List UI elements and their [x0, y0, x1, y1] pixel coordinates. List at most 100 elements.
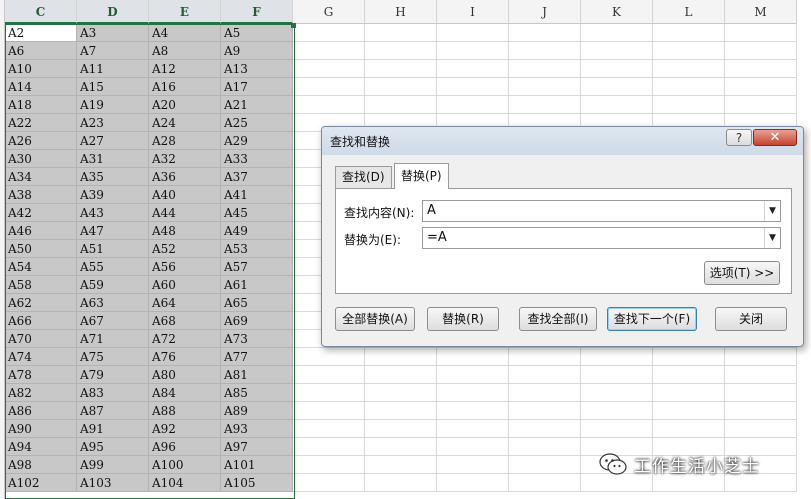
cell[interactable]: A32 [149, 150, 221, 168]
cell[interactable]: A5 [221, 24, 293, 42]
cell[interactable] [293, 456, 365, 474]
cell[interactable]: A53 [221, 240, 293, 258]
cell[interactable]: A87 [77, 402, 149, 420]
column-header-k[interactable]: K [581, 0, 653, 24]
cell[interactable]: A36 [149, 168, 221, 186]
cell[interactable] [437, 96, 509, 114]
cell[interactable] [653, 96, 725, 114]
cell[interactable]: A37 [221, 168, 293, 186]
cell[interactable]: A73 [221, 330, 293, 348]
cell[interactable]: A63 [77, 294, 149, 312]
cell[interactable]: A83 [77, 384, 149, 402]
cell[interactable]: A64 [149, 294, 221, 312]
column-header-f[interactable]: F [221, 0, 293, 24]
cell[interactable]: A105 [221, 474, 293, 492]
cell[interactable]: A24 [149, 114, 221, 132]
cell[interactable]: A95 [77, 438, 149, 456]
column-header-l[interactable]: L [653, 0, 725, 24]
cell[interactable] [365, 348, 437, 366]
cell[interactable] [437, 474, 509, 492]
cell[interactable]: A67 [77, 312, 149, 330]
find-next-button[interactable]: 查找下一个(F) [607, 307, 697, 331]
cell[interactable]: A12 [149, 60, 221, 78]
cell[interactable]: A93 [221, 420, 293, 438]
cell[interactable] [509, 384, 581, 402]
cell[interactable]: A89 [221, 402, 293, 420]
replace-with-input[interactable]: =A ▼ [422, 227, 781, 249]
cell[interactable] [725, 402, 797, 420]
cell[interactable]: A60 [149, 276, 221, 294]
cell[interactable] [653, 384, 725, 402]
cell[interactable] [509, 438, 581, 456]
cell[interactable] [509, 96, 581, 114]
cell[interactable] [293, 348, 365, 366]
cell[interactable]: A70 [5, 330, 77, 348]
cell[interactable]: A99 [77, 456, 149, 474]
cell[interactable]: A38 [5, 186, 77, 204]
tab-replace[interactable]: 替换(P) [394, 163, 449, 189]
cell[interactable]: A76 [149, 348, 221, 366]
cell[interactable]: A97 [221, 438, 293, 456]
cell[interactable]: A29 [221, 132, 293, 150]
cell[interactable]: A88 [149, 402, 221, 420]
cell[interactable]: A79 [77, 366, 149, 384]
cell[interactable] [725, 42, 797, 60]
help-button[interactable]: ? [726, 129, 752, 146]
cell[interactable]: A102 [5, 474, 77, 492]
cell[interactable]: A52 [149, 240, 221, 258]
cell[interactable] [365, 420, 437, 438]
cell[interactable]: A98 [5, 456, 77, 474]
close-button[interactable]: 关闭 [715, 307, 787, 331]
cell[interactable] [653, 60, 725, 78]
cell[interactable] [581, 402, 653, 420]
cell[interactable] [653, 366, 725, 384]
cell[interactable] [509, 456, 581, 474]
cell[interactable]: A30 [5, 150, 77, 168]
column-header-g[interactable]: G [293, 0, 365, 24]
cell[interactable]: A15 [77, 78, 149, 96]
cell[interactable]: A84 [149, 384, 221, 402]
cell[interactable]: A35 [77, 168, 149, 186]
cell[interactable]: A21 [221, 96, 293, 114]
cell[interactable] [365, 42, 437, 60]
cell[interactable] [365, 78, 437, 96]
cell[interactable]: A44 [149, 204, 221, 222]
cell[interactable] [581, 366, 653, 384]
cell[interactable]: A51 [77, 240, 149, 258]
cell[interactable] [293, 42, 365, 60]
cell[interactable]: A49 [221, 222, 293, 240]
replace-all-button[interactable]: 全部替换(A) [335, 307, 415, 331]
cell[interactable]: A4 [149, 24, 221, 42]
cell[interactable] [365, 24, 437, 42]
cell[interactable]: A13 [221, 60, 293, 78]
cell[interactable] [725, 384, 797, 402]
cell[interactable]: A6 [5, 42, 77, 60]
cell[interactable]: A91 [77, 420, 149, 438]
cell[interactable]: A101 [221, 456, 293, 474]
cell[interactable]: A92 [149, 420, 221, 438]
cell[interactable] [293, 384, 365, 402]
replace-button[interactable]: 替换(R) [427, 307, 499, 331]
cell[interactable] [293, 96, 365, 114]
cell[interactable]: A47 [77, 222, 149, 240]
cell[interactable] [365, 438, 437, 456]
cell[interactable] [725, 24, 797, 42]
cell[interactable] [725, 96, 797, 114]
cell[interactable] [437, 42, 509, 60]
cell[interactable]: A104 [149, 474, 221, 492]
cell[interactable]: A23 [77, 114, 149, 132]
cell[interactable] [509, 402, 581, 420]
column-header-e[interactable]: E [149, 0, 221, 24]
cell[interactable]: A40 [149, 186, 221, 204]
options-button[interactable]: 选项(T) >> [704, 261, 780, 285]
cell[interactable] [725, 60, 797, 78]
cell[interactable]: A26 [5, 132, 77, 150]
cell[interactable]: A58 [5, 276, 77, 294]
find-what-input[interactable]: A ▼ [422, 200, 781, 222]
cell[interactable]: A103 [77, 474, 149, 492]
cell[interactable] [365, 60, 437, 78]
cell[interactable]: A71 [77, 330, 149, 348]
cell[interactable] [437, 348, 509, 366]
chevron-down-icon[interactable]: ▼ [764, 201, 780, 221]
cell[interactable]: A11 [77, 60, 149, 78]
